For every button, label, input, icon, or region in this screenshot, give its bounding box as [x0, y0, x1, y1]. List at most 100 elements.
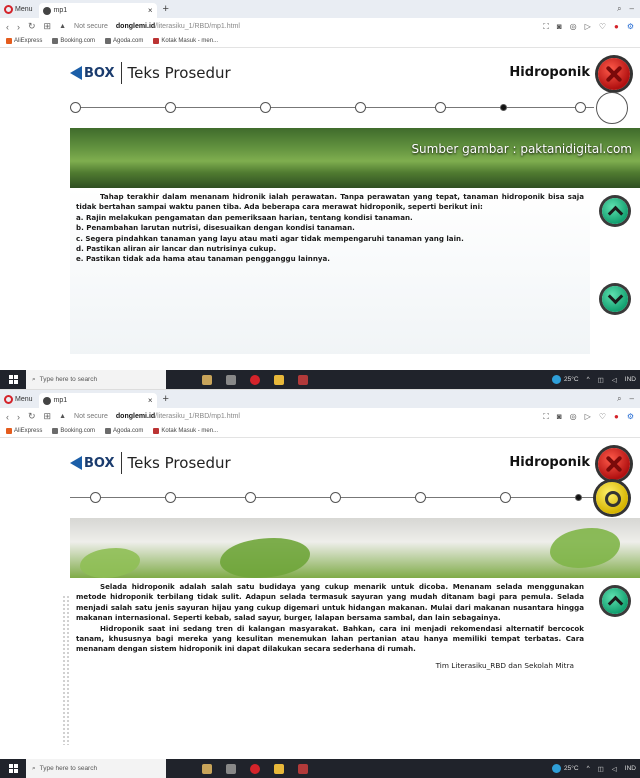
- progress-step-1[interactable]: [90, 492, 101, 503]
- browser-menu-button[interactable]: Menu: [4, 4, 33, 14]
- url-field[interactable]: donglemi.id/literasiku_1/RBD/mp1.html: [116, 23, 240, 30]
- minimize-icon[interactable]: –: [630, 394, 634, 404]
- vpn-icon[interactable]: ◎: [570, 22, 577, 31]
- back-icon[interactable]: ‹: [6, 412, 9, 422]
- opera-icon: [4, 394, 13, 404]
- network-icon[interactable]: ◫: [598, 376, 604, 384]
- app-icon[interactable]: [202, 763, 212, 774]
- progress-step-1[interactable]: [70, 102, 81, 113]
- progress-step-2[interactable]: [165, 492, 176, 503]
- progress-step-5[interactable]: [415, 492, 426, 503]
- new-tab-button[interactable]: +: [163, 3, 169, 15]
- forward-icon[interactable]: ›: [17, 412, 20, 422]
- progress-step-3[interactable]: [260, 102, 271, 113]
- progress-track: [70, 482, 630, 514]
- start-button[interactable]: [0, 759, 26, 778]
- quiz-icon[interactable]: [596, 482, 628, 514]
- app-icon[interactable]: [202, 374, 212, 385]
- lang-indicator[interactable]: IND: [625, 765, 636, 772]
- camera-icon[interactable]: ◙: [557, 412, 562, 421]
- close-icon[interactable]: [598, 58, 630, 90]
- progress-step-2[interactable]: [165, 102, 176, 113]
- app-icon[interactable]: [298, 374, 308, 385]
- opera-account-icon[interactable]: ●: [614, 22, 619, 31]
- close-icon[interactable]: [598, 448, 630, 480]
- volume-icon[interactable]: ◁: [612, 376, 617, 384]
- url-path: /literasiku_1/RBD/mp1.html: [155, 23, 240, 30]
- progress-step-6[interactable]: [500, 492, 511, 503]
- warning-icon: ▲: [59, 23, 67, 30]
- volume-icon[interactable]: ◁: [612, 765, 617, 773]
- bookmark-aliexpress[interactable]: AliExpress: [6, 428, 42, 434]
- speed-dial-icon[interactable]: ⊞: [44, 411, 52, 422]
- scroll-up-button[interactable]: [602, 588, 628, 614]
- scroll-down-button[interactable]: [602, 286, 628, 312]
- tab-close-icon[interactable]: ×: [148, 6, 153, 15]
- browser-tab[interactable]: mp1 ×: [38, 3, 157, 18]
- progress-step-7[interactable]: [575, 102, 586, 113]
- page-icon: [105, 38, 112, 44]
- tab-close-icon[interactable]: ×: [148, 396, 153, 405]
- box-logo: BOX: [70, 456, 115, 471]
- bookmark-agoda[interactable]: Agoda.com: [105, 428, 143, 434]
- reload-icon[interactable]: ↻: [28, 411, 36, 422]
- logo-text: BOX: [84, 65, 115, 81]
- progress-step-4[interactable]: [330, 492, 341, 503]
- lettuce-leaf: [550, 528, 620, 568]
- new-tab-button[interactable]: +: [163, 393, 169, 405]
- snapshot-icon[interactable]: ⛶: [543, 22, 549, 32]
- opera-account-icon[interactable]: ●: [614, 412, 619, 421]
- reload-icon[interactable]: ↻: [28, 21, 36, 32]
- progress-step-current[interactable]: [500, 104, 507, 111]
- task-view-icon[interactable]: [226, 763, 236, 774]
- url-field[interactable]: donglemi.id/literasiku_1/RBD/mp1.html: [116, 413, 240, 420]
- browser-menu-button[interactable]: Menu: [4, 394, 33, 404]
- progress-step-4[interactable]: [355, 102, 366, 113]
- player-icon[interactable]: ▷: [585, 412, 591, 421]
- settings-icon[interactable]: ⚙: [627, 22, 634, 31]
- back-icon[interactable]: ‹: [6, 22, 9, 32]
- browser-tab[interactable]: mp1 ×: [38, 393, 157, 408]
- bookmark-gmail[interactable]: Kotak Masuk - men...: [153, 38, 218, 44]
- aliexpress-icon: [6, 428, 12, 434]
- heart-icon[interactable]: ♡: [599, 412, 606, 421]
- bookmark-gmail[interactable]: Kotak Masuk - men...: [153, 428, 218, 434]
- settings-icon[interactable]: ⚙: [627, 412, 634, 421]
- minimize-icon[interactable]: –: [630, 4, 634, 14]
- bookmark-booking[interactable]: Booking.com: [52, 428, 95, 434]
- weather-widget[interactable]: 25°C: [552, 375, 579, 384]
- taskbar-search[interactable]: ⌕ Type here to search: [26, 370, 166, 389]
- vpn-icon[interactable]: ◎: [570, 412, 577, 421]
- forward-icon[interactable]: ›: [17, 22, 20, 32]
- step-item: c. Segera pindahkan tanaman yang layu at…: [76, 233, 464, 243]
- snapshot-icon[interactable]: ⛶: [543, 412, 549, 422]
- bookmark-booking[interactable]: Booking.com: [52, 38, 95, 44]
- taskbar-search[interactable]: ⌕ Type here to search: [26, 759, 166, 778]
- player-icon[interactable]: ▷: [585, 22, 591, 31]
- tray-chevron-icon[interactable]: ^: [587, 376, 590, 383]
- tab-search-icon[interactable]: ⌕: [617, 394, 621, 404]
- lang-indicator[interactable]: IND: [625, 376, 636, 383]
- start-button[interactable]: [0, 370, 26, 389]
- speed-dial-icon[interactable]: ⊞: [44, 21, 52, 32]
- app-icon[interactable]: [298, 763, 308, 774]
- camera-icon[interactable]: ◙: [557, 22, 562, 31]
- progress-step-3[interactable]: [245, 492, 256, 503]
- system-tray: 25°C ^ ◫ ◁ IND: [552, 764, 640, 773]
- opera-taskbar-icon[interactable]: [250, 763, 260, 774]
- tray-chevron-icon[interactable]: ^: [587, 765, 590, 772]
- weather-widget[interactable]: 25°C: [552, 764, 579, 773]
- tab-search-icon[interactable]: ⌕: [617, 4, 621, 14]
- network-icon[interactable]: ◫: [598, 765, 604, 773]
- bookmark-agoda[interactable]: Agoda.com: [105, 38, 143, 44]
- file-explorer-icon[interactable]: [274, 763, 284, 774]
- task-view-icon[interactable]: [226, 374, 236, 385]
- bookmark-aliexpress[interactable]: AliExpress: [6, 38, 42, 44]
- file-explorer-icon[interactable]: [274, 374, 284, 385]
- progress-step-current[interactable]: [575, 494, 582, 501]
- progress-end-circle[interactable]: [596, 92, 628, 124]
- opera-taskbar-icon[interactable]: [250, 374, 260, 385]
- progress-step-5[interactable]: [435, 102, 446, 113]
- scroll-up-button[interactable]: [602, 198, 628, 224]
- heart-icon[interactable]: ♡: [599, 22, 606, 31]
